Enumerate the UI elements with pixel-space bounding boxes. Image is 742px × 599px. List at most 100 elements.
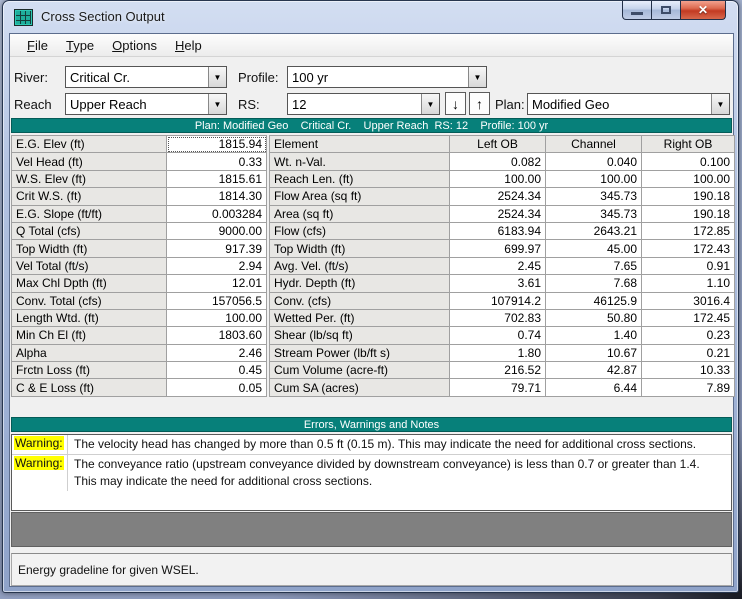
menu-item-options[interactable]: Options [103,36,166,55]
menu-item-file[interactable]: File [18,36,57,55]
row-value[interactable]: 702.83 [450,309,546,326]
row-value[interactable]: 6.44 [546,379,642,396]
row-value[interactable]: 0.45 [167,362,267,379]
row-value[interactable]: 1803.60 [167,327,267,344]
status-bar: Energy gradeline for given WSEL. [11,553,732,586]
plan-combobox[interactable]: Modified Geo ▼ [527,93,730,115]
row-value[interactable]: 345.73 [546,205,642,222]
profile-combobox[interactable]: 100 yr ▼ [287,66,487,88]
row-label: Top Width (ft) [270,240,450,257]
maximize-icon [661,6,671,14]
menu-item-type[interactable]: Type [57,36,103,55]
row-value[interactable]: 1814.30 [167,188,267,205]
table-row: Reach Len. (ft)100.00100.00100.00 [270,170,735,187]
table-row: Conv. Total (cfs)157056.5 [12,292,267,309]
row-value[interactable]: 107914.2 [450,292,546,309]
table-row: Flow Area (sq ft)2524.34345.73190.18 [270,188,735,205]
row-value[interactable]: 345.73 [546,188,642,205]
title-bar[interactable]: Cross Section Output ✕ [3,1,738,33]
row-value[interactable]: 7.89 [642,379,735,396]
plan-value: Modified Geo [528,97,711,112]
row-value[interactable]: 3016.4 [642,292,735,309]
row-value[interactable]: 42.87 [546,362,642,379]
row-value[interactable]: 216.52 [450,362,546,379]
row-label: Wt. n-Val. [270,153,450,170]
chevron-down-icon[interactable]: ▼ [468,67,486,87]
row-value[interactable]: 100.00 [642,170,735,187]
row-value[interactable]: 190.18 [642,205,735,222]
row-value[interactable]: 0.040 [546,153,642,170]
chevron-down-icon[interactable]: ▼ [711,94,729,114]
row-value[interactable]: 157056.5 [167,292,267,309]
table-row: Cum SA (acres)79.716.447.89 [270,379,735,396]
row-value[interactable]: 1.10 [642,275,735,292]
table-row: Avg. Vel. (ft/s)2.457.650.91 [270,257,735,274]
element-output-table: ElementLeft OBChannelRight OBWt. n-Val.0… [269,135,735,397]
row-value[interactable]: 0.74 [450,327,546,344]
warning-badge: Warning: [12,435,68,454]
row-value[interactable]: 172.85 [642,222,735,239]
maximize-button[interactable] [652,1,680,20]
row-value[interactable]: 172.43 [642,240,735,257]
row-value[interactable]: 2.94 [167,257,267,274]
row-value[interactable]: 46125.9 [546,292,642,309]
row-value[interactable]: 7.68 [546,275,642,292]
row-value[interactable]: 10.67 [546,344,642,361]
row-value[interactable]: 10.33 [642,362,735,379]
row-value[interactable]: 2.45 [450,257,546,274]
reach-label: Reach [14,97,52,112]
row-value[interactable]: 100.00 [546,170,642,187]
rs-down-button[interactable]: ↓ [445,92,466,115]
rs-up-button[interactable]: ↑ [469,92,490,115]
row-value[interactable]: 100.00 [450,170,546,187]
table-row: Min Ch El (ft)1803.60 [12,327,267,344]
row-value[interactable]: 1.80 [450,344,546,361]
plan-summary-bar: Plan: Modified Geo Critical Cr. Upper Re… [11,118,732,133]
close-button[interactable]: ✕ [680,1,726,20]
row-value[interactable]: 3.61 [450,275,546,292]
chevron-down-icon[interactable]: ▼ [208,67,226,87]
menu-item-help[interactable]: Help [166,36,211,55]
row-label: W.S. Elev (ft) [12,170,167,187]
rs-label: RS: [238,97,260,112]
row-value[interactable]: 2524.34 [450,205,546,222]
row-value[interactable]: 2.46 [167,344,267,361]
row-value[interactable]: 2524.34 [450,188,546,205]
table-row: E.G. Elev (ft)1815.94 [12,136,267,153]
row-value[interactable]: 1815.94 [167,136,267,153]
row-value[interactable]: 0.100 [642,153,735,170]
rs-combobox[interactable]: 12 ▼ [287,93,440,115]
window-title: Cross Section Output [41,9,165,24]
row-value[interactable]: 190.18 [642,188,735,205]
row-value[interactable]: 100.00 [167,309,267,326]
row-value[interactable]: 699.97 [450,240,546,257]
row-value[interactable]: 45.00 [546,240,642,257]
left-table-body: E.G. Elev (ft)1815.94Vel Head (ft)0.33W.… [12,136,267,397]
row-value[interactable]: 0.21 [642,344,735,361]
row-value[interactable]: 0.082 [450,153,546,170]
row-label: Shear (lb/sq ft) [270,327,450,344]
row-value[interactable]: 917.39 [167,240,267,257]
row-value[interactable]: 0.003284 [167,205,267,222]
client-area: FileTypeOptionsHelp River: Critical Cr. … [9,33,734,587]
row-label: Vel Total (ft/s) [12,257,167,274]
row-value[interactable]: 0.91 [642,257,735,274]
row-value[interactable]: 1815.61 [167,170,267,187]
row-value[interactable]: 79.71 [450,379,546,396]
row-value[interactable]: 50.80 [546,309,642,326]
row-value[interactable]: 1.40 [546,327,642,344]
row-value[interactable]: 172.45 [642,309,735,326]
row-value[interactable]: 12.01 [167,275,267,292]
row-value[interactable]: 6183.94 [450,222,546,239]
chevron-down-icon[interactable]: ▼ [208,94,226,114]
row-value[interactable]: 0.23 [642,327,735,344]
row-value[interactable]: 0.05 [167,379,267,396]
row-value[interactable]: 2643.21 [546,222,642,239]
chevron-down-icon[interactable]: ▼ [421,94,439,114]
row-value[interactable]: 9000.00 [167,222,267,239]
row-value[interactable]: 7.65 [546,257,642,274]
river-combobox[interactable]: Critical Cr. ▼ [65,66,227,88]
reach-combobox[interactable]: Upper Reach ▼ [65,93,227,115]
minimize-button[interactable] [622,1,652,20]
row-value[interactable]: 0.33 [167,153,267,170]
